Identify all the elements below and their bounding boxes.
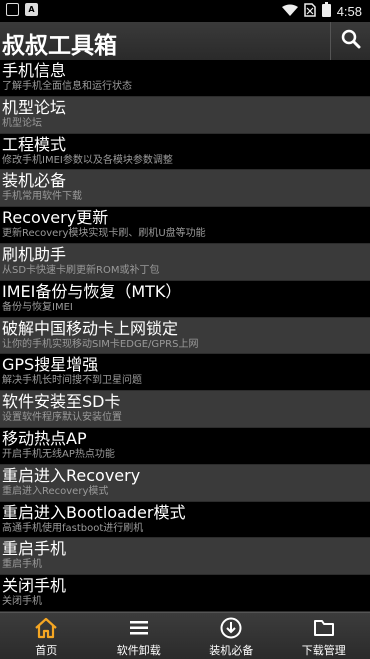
download-circle-icon [219,616,243,640]
list-item-title: 重启进入Bootloader模式 [2,502,186,522]
nav-downloads[interactable]: 下载管理 [278,613,370,659]
status-bar-notifications: A [6,3,38,16]
list-item[interactable]: IMEI备份与恢复（MTK） 备份与恢复IMEI [0,280,370,318]
list-icon [127,616,151,640]
nav-uninstall[interactable]: 软件卸载 [93,613,186,659]
list-item[interactable]: 重启手机 重启手机 [0,538,370,576]
search-icon [341,29,361,53]
list-item-title: 软件安装至SD卡 [2,392,121,412]
bottom-nav: 首页 软件卸载 装机必备 下载管理 [0,612,370,659]
battery-icon [321,2,331,21]
list-item[interactable]: 工程模式 修改手机IMEI参数以及各模块参数调整 [0,133,370,171]
list-item-subtitle: 解决手机长时间搜不到卫星问题 [2,375,142,387]
wifi-icon [281,2,298,21]
list-item-subtitle: 重启进入Recovery模式 [2,485,109,497]
list-item-title: 关闭手机 [2,576,67,596]
list-item-title: 重启进入Recovery [2,465,141,485]
list-item[interactable]: 移动热点AP 开启手机无线AP热点功能 [0,427,370,465]
list-item-subtitle: 高通手机使用fastboot进行刷机 [2,522,144,534]
list-item[interactable]: 刷机助手 从SD卡快速卡刷更新ROM或补丁包 [0,243,370,281]
list-item-title: 装机必备 [2,171,67,191]
nav-home-label: 首页 [35,644,58,657]
list-item-subtitle: 重启手机 [2,559,42,571]
list-item-subtitle: 手机常用软件下载 [2,191,82,203]
status-time: 4:58 [336,4,362,19]
list-item-subtitle: 开启手机无线AP热点功能 [2,448,115,460]
list-item-title: 手机信息 [2,61,67,80]
nav-home[interactable]: 首页 [0,613,93,659]
nav-essentials-label: 装机必备 [209,644,254,657]
nav-downloads-label: 下载管理 [301,644,346,657]
feature-list: 手机信息 了解手机全面信息和运行状态 机型论坛 机型论坛 工程模式 修改手机IMEI参数以… [0,60,370,612]
list-item[interactable]: 软件安装至SD卡 设置软件程序默认安装位置 [0,391,370,428]
notification-a-icon: A [25,3,38,16]
list-item-title: 重启手机 [2,539,67,559]
list-item-subtitle: 从SD卡快速卡刷更新ROM或补丁包 [2,264,160,276]
list-item-title: 破解中国移动卡上网锁定 [2,318,179,338]
notification-square-icon [6,3,19,16]
list-item-subtitle: 让你的手机实现移动SIM卡EDGE/GPRS上网 [2,338,199,350]
list-item[interactable]: 关闭手机 关闭手机 [0,575,370,612]
list-item[interactable]: 手机信息 了解手机全面信息和运行状态 [0,60,370,97]
list-item-subtitle: 了解手机全面信息和运行状态 [2,81,132,92]
list-item[interactable]: Recovery更新 更新Recovery模块实现卡刷、刷机U盘等功能 [0,207,370,244]
search-button[interactable] [330,22,370,60]
list-item-subtitle: 更新Recovery模块实现卡刷、刷机U盘等功能 [2,228,206,240]
list-item-title: IMEI备份与恢复（MTK） [2,281,182,301]
list-item[interactable]: 重启进入Recovery 重启进入Recovery模式 [0,464,370,502]
list-item[interactable]: GPS搜星增强 解决手机长时间搜不到卫星问题 [0,354,370,392]
list-item-title: 工程模式 [2,134,67,154]
list-item-title: 机型论坛 [2,97,67,117]
list-item[interactable]: 重启进入Bootloader模式 高通手机使用fastboot进行刷机 [0,501,370,539]
home-icon [34,616,58,640]
list-item[interactable]: 装机必备 手机常用软件下载 [0,170,370,208]
folder-icon [312,616,336,640]
nav-essentials[interactable]: 装机必备 [185,613,278,659]
list-item-title: Recovery更新 [2,208,109,228]
list-item-subtitle: 修改手机IMEI参数以及各模块参数调整 [2,154,173,166]
page-title: 叔叔工具箱 [2,33,117,59]
list-item-subtitle: 机型论坛 [2,117,42,129]
list-item-subtitle: 备份与恢复IMEI [2,301,73,313]
list-item[interactable]: 破解中国移动卡上网锁定 让你的手机实现移动SIM卡EDGE/GPRS上网 [0,317,370,355]
list-item[interactable]: 机型论坛 机型论坛 [0,96,370,134]
list-item-title: 刷机助手 [2,244,67,264]
app-title-bar: 叔叔工具箱 [0,22,370,60]
status-bar: A 4:58 [0,0,370,22]
list-item-title: 移动热点AP [2,428,87,448]
list-item-subtitle: 关闭手机 [2,596,42,608]
list-item-subtitle: 设置软件程序默认安装位置 [2,412,122,424]
list-item-title: GPS搜星增强 [2,355,99,375]
status-bar-system: 4:58 [281,2,362,21]
nav-uninstall-label: 软件卸载 [116,644,161,657]
no-sim-icon [303,2,316,21]
